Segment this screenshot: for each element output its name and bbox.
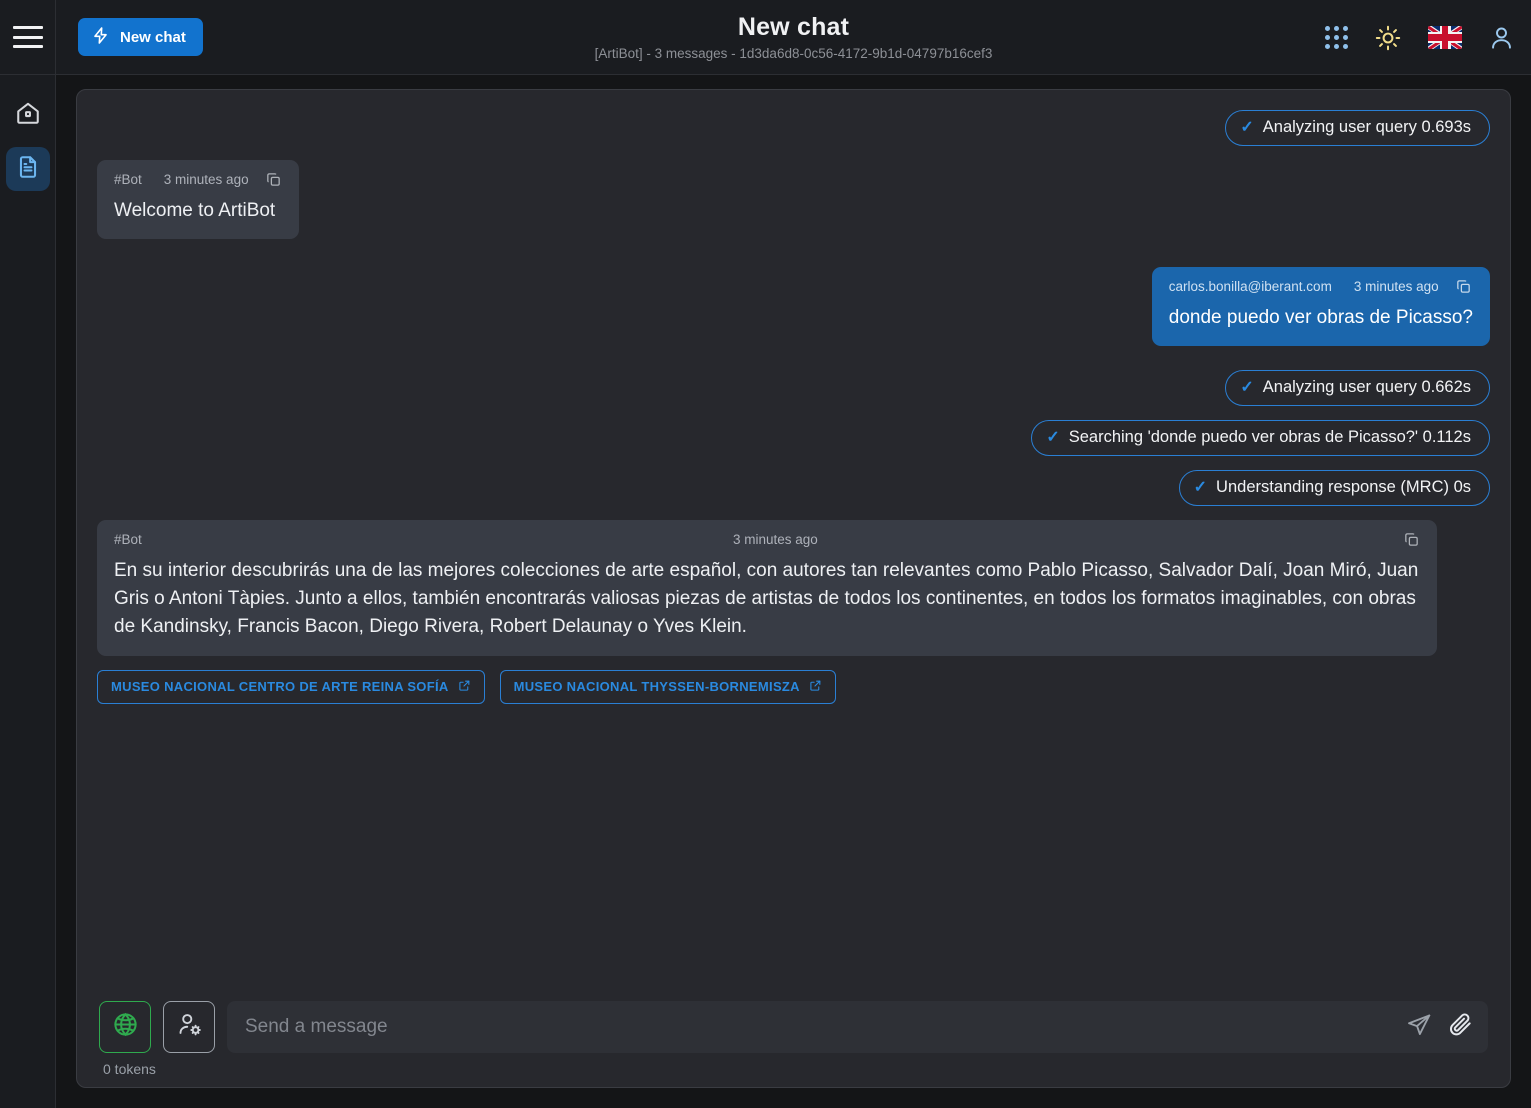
source-label: MUSEO NACIONAL THYSSEN-BORNEMISZA [513, 679, 800, 695]
status-text: Searching 'donde puedo ver obras de Pica… [1068, 428, 1471, 447]
main-column: New chat New chat [ArtiBot] - 3 messages… [56, 0, 1531, 1108]
copy-icon[interactable] [1455, 278, 1472, 295]
message-author: #Bot [114, 532, 142, 548]
message-time: 3 minutes ago [163, 172, 249, 187]
status-text: Understanding response (MRC) 0s [1216, 478, 1471, 497]
app-root: New chat New chat [ArtiBot] - 3 messages… [0, 0, 1531, 1108]
status-badge: ✓ Analyzing user query 0.693s [1225, 110, 1490, 146]
paperclip-icon[interactable] [1448, 1012, 1474, 1043]
top-bar-actions [1325, 0, 1515, 75]
top-bar: New chat New chat [ArtiBot] - 3 messages… [56, 0, 1531, 75]
message-meta: #Bot 3 minutes ago [114, 171, 282, 188]
page-subtitle: [ArtiBot] - 3 messages - 1d3da6d8-0c56-4… [594, 46, 993, 61]
page-title: New chat [737, 13, 850, 41]
external-link-icon [809, 679, 822, 695]
status-text: Analyzing user query 0.693s [1262, 118, 1471, 136]
message-list: ✓ Analyzing user query 0.693s #Bot 3 min… [77, 90, 1510, 989]
left-rail [0, 0, 56, 1108]
hamburger-bar [12, 45, 43, 48]
rail-header [0, 0, 55, 75]
source-label: MUSEO NACIONAL CENTRO DE ARTE REINA SOFÍ… [111, 679, 449, 695]
message-row-bot-answer: #Bot 3 minutes ago En su interior descub… [97, 520, 1490, 656]
message-row-user: carlos.bonilla@iberant.com 3 minutes ago [97, 267, 1490, 347]
message-time: 3 minutes ago [1353, 279, 1439, 295]
sidebar-item-documents[interactable] [5, 147, 50, 191]
message-text: donde puedo ver obras de Picasso? [1168, 307, 1473, 329]
status-text: Analyzing user query 0.662s [1262, 378, 1471, 397]
hamburger-icon[interactable] [12, 26, 43, 48]
source-link-thyssen-bornemisza[interactable]: MUSEO NACIONAL THYSSEN-BORNEMISZA [499, 669, 836, 704]
status-row: ✓ Understanding response (MRC) 0s [97, 470, 1490, 507]
user-settings-icon [176, 1011, 203, 1043]
apps-grid-dots [1325, 26, 1348, 49]
status-row: ✓ Searching 'donde puedo ver obras de Pi… [97, 420, 1490, 457]
composer-actions [1394, 1012, 1474, 1043]
home-icon [15, 100, 41, 131]
source-links: MUSEO NACIONAL CENTRO DE ARTE REINA SOFÍ… [97, 669, 1490, 704]
chat-panel: ✓ Analyzing user query 0.693s #Bot 3 min… [76, 89, 1511, 1088]
sun-icon[interactable] [1374, 24, 1402, 52]
globe-icon [112, 1011, 139, 1043]
flag-uk-icon[interactable] [1428, 26, 1462, 49]
message-author: carlos.bonilla@iberant.com [1168, 279, 1332, 295]
message-input[interactable] [245, 1016, 1394, 1038]
persona-settings-button[interactable] [163, 1001, 215, 1053]
message-author: #Bot [114, 172, 142, 187]
apps-grid-icon[interactable] [1325, 26, 1348, 49]
token-counter: 0 tokens [103, 1061, 156, 1077]
check-icon: ✓ [1193, 478, 1208, 496]
chat-bubble-bot: #Bot 3 minutes ago Welcome to ArtiBot [97, 160, 299, 240]
composer: 0 tokens [77, 989, 1510, 1087]
message-meta: #Bot 3 minutes ago [114, 531, 1420, 548]
panel-area: ✓ Analyzing user query 0.693s #Bot 3 min… [56, 75, 1531, 1108]
new-chat-button[interactable]: New chat [78, 18, 203, 56]
status-row: ✓ Analyzing user query 0.693s [97, 110, 1490, 146]
message-text: En su interior descubrirás una de las me… [114, 560, 1419, 638]
sidebar-item-home[interactable] [6, 93, 50, 137]
status-badge: ✓ Searching 'donde puedo ver obras de Pi… [1031, 420, 1490, 457]
check-icon: ✓ [1046, 428, 1060, 446]
check-icon: ✓ [1240, 378, 1254, 396]
lightning-bolt-icon [91, 26, 110, 49]
status-badge: ✓ Analyzing user query 0.662s [1225, 370, 1490, 407]
web-search-toggle[interactable] [99, 1001, 151, 1053]
account-icon[interactable] [1488, 24, 1515, 51]
uk-flag-graphic [1428, 26, 1462, 49]
rail-nav [5, 75, 50, 191]
message-time: 3 minutes ago [732, 532, 818, 548]
message-input-wrap[interactable] [227, 1001, 1488, 1053]
composer-row [99, 1001, 1488, 1053]
new-chat-label: New chat [120, 28, 186, 46]
document-icon [15, 154, 41, 185]
message-meta: carlos.bonilla@iberant.com 3 minutes ago [1169, 278, 1473, 295]
hamburger-bar [12, 26, 43, 29]
copy-icon[interactable] [265, 171, 282, 188]
chat-bubble-bot-answer: #Bot 3 minutes ago En su interior descub… [97, 520, 1437, 656]
message-text: Welcome to ArtiBot [114, 200, 276, 221]
status-row: ✓ Analyzing user query 0.662s [97, 370, 1490, 407]
status-badge: ✓ Understanding response (MRC) 0s [1178, 470, 1490, 507]
chat-bubble-user: carlos.bonilla@iberant.com 3 minutes ago [1151, 267, 1490, 347]
copy-icon[interactable] [1403, 531, 1420, 548]
external-link-icon [458, 679, 471, 695]
message-row-bot-welcome: #Bot 3 minutes ago Welcome to ArtiBot [97, 160, 1490, 240]
hamburger-bar [12, 35, 43, 39]
source-link-reina-sofia[interactable]: MUSEO NACIONAL CENTRO DE ARTE REINA SOFÍ… [97, 669, 485, 704]
check-icon: ✓ [1240, 118, 1254, 136]
title-block: New chat [ArtiBot] - 3 messages - 1d3da6… [56, 0, 1531, 74]
send-icon[interactable] [1406, 1012, 1432, 1043]
